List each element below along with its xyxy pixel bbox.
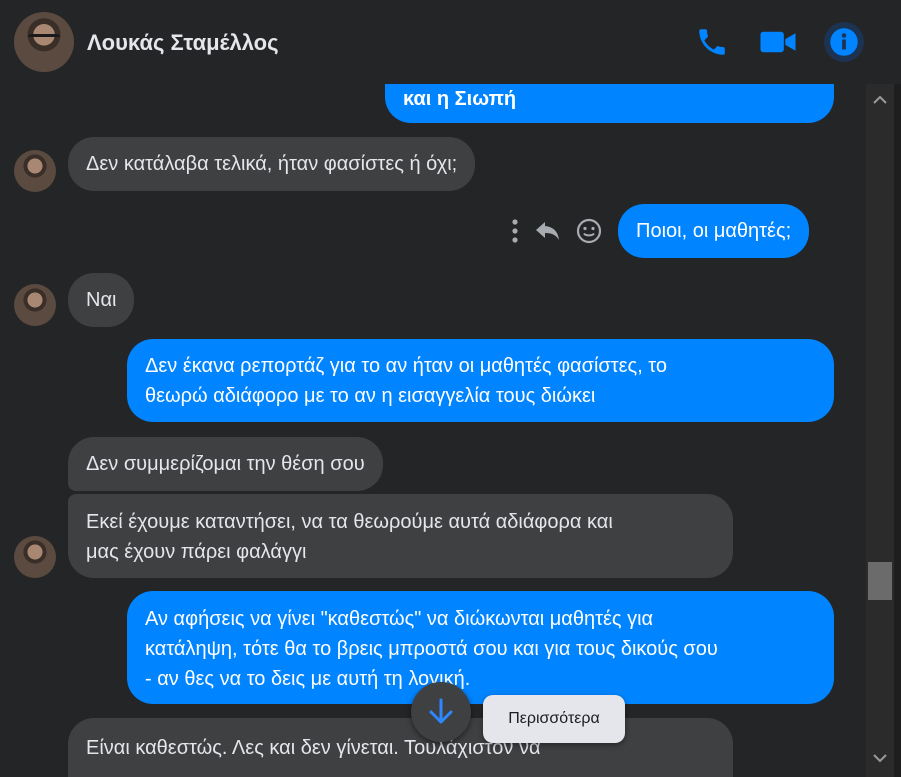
scroll-up-arrow-icon[interactable] xyxy=(872,92,888,108)
message-bubble-outgoing[interactable]: και η Σιωπή xyxy=(385,84,834,123)
message-bubble-outgoing[interactable]: Ποιοι, οι μαθητές; xyxy=(618,204,810,258)
tooltip: Περισσότερα xyxy=(483,695,625,743)
scroll-to-bottom-button[interactable] xyxy=(411,682,471,742)
chat-header: Λουκάς Σταμέλλος xyxy=(0,0,901,84)
window-edge xyxy=(894,0,901,777)
message-bubble-incoming[interactable]: Δεν συμμερίζομαι την θέση σου xyxy=(68,437,383,491)
message-line: κατάληψη, τότε θα το βρεις μπροστά σου κ… xyxy=(145,638,718,660)
message-bubble-outgoing[interactable]: Δεν έκανα ρεπορτάζ για το αν ήταν οι μαθ… xyxy=(127,339,834,422)
message-bubble-incoming[interactable]: Δεν κατάλαβα τελικά, ήταν φασίστες ή όχι… xyxy=(68,137,476,191)
sender-avatar[interactable] xyxy=(14,284,56,326)
react-smiley-icon[interactable] xyxy=(576,218,602,244)
message-bubble-outgoing[interactable]: Αν αφήσεις να γίνει "καθεστώς" να διώκων… xyxy=(127,591,834,704)
phone-icon xyxy=(699,29,725,55)
video-camera-icon xyxy=(760,31,796,53)
contact-name[interactable]: Λουκάς Σταμέλλος xyxy=(87,30,279,56)
message-line: - αν θες να το δεις με αυτή τη λογική. xyxy=(145,668,471,690)
message-bubble-incoming[interactable]: Εκεί έχουμε καταντήσει, να τα θεωρούμε α… xyxy=(68,494,733,578)
sender-avatar[interactable] xyxy=(14,536,56,578)
message-list[interactable]: και η Σιωπή Δεν κατάλαβα τελικά, ήταν φα… xyxy=(0,84,866,777)
arrow-down-icon xyxy=(429,698,453,724)
voice-call-button[interactable] xyxy=(692,22,732,62)
message-line: Εκεί έχουμε καταντήσει, να τα θεωρούμε α… xyxy=(86,511,613,533)
reply-icon[interactable] xyxy=(534,219,562,243)
info-icon xyxy=(830,28,858,56)
scrollbar[interactable] xyxy=(866,84,894,777)
contact-avatar[interactable] xyxy=(14,12,74,72)
conversation-info-button[interactable] xyxy=(824,22,864,62)
message-line: Δεν έκανα ρεπορτάζ για το αν ήταν οι μαθ… xyxy=(145,355,668,377)
sender-avatar[interactable] xyxy=(14,150,56,192)
message-bubble-incoming[interactable]: Είναι καθεστώς. Λες και δεν γίνεται. Του… xyxy=(68,718,733,777)
video-call-button[interactable] xyxy=(758,22,798,62)
scrollbar-thumb[interactable] xyxy=(868,562,892,600)
scroll-down-arrow-icon[interactable] xyxy=(872,750,888,766)
message-actions xyxy=(510,218,602,244)
more-options-icon[interactable] xyxy=(510,218,520,244)
message-bubble-incoming[interactable]: Ναι xyxy=(68,273,135,327)
message-line: θεωρώ αδιάφορο με το αν η εισαγγελία του… xyxy=(145,385,596,407)
message-line: μας έχουν πάρει φαλάγγι xyxy=(86,541,307,563)
message-line: Αν αφήσεις να γίνει "καθεστώς" να διώκων… xyxy=(145,608,654,630)
